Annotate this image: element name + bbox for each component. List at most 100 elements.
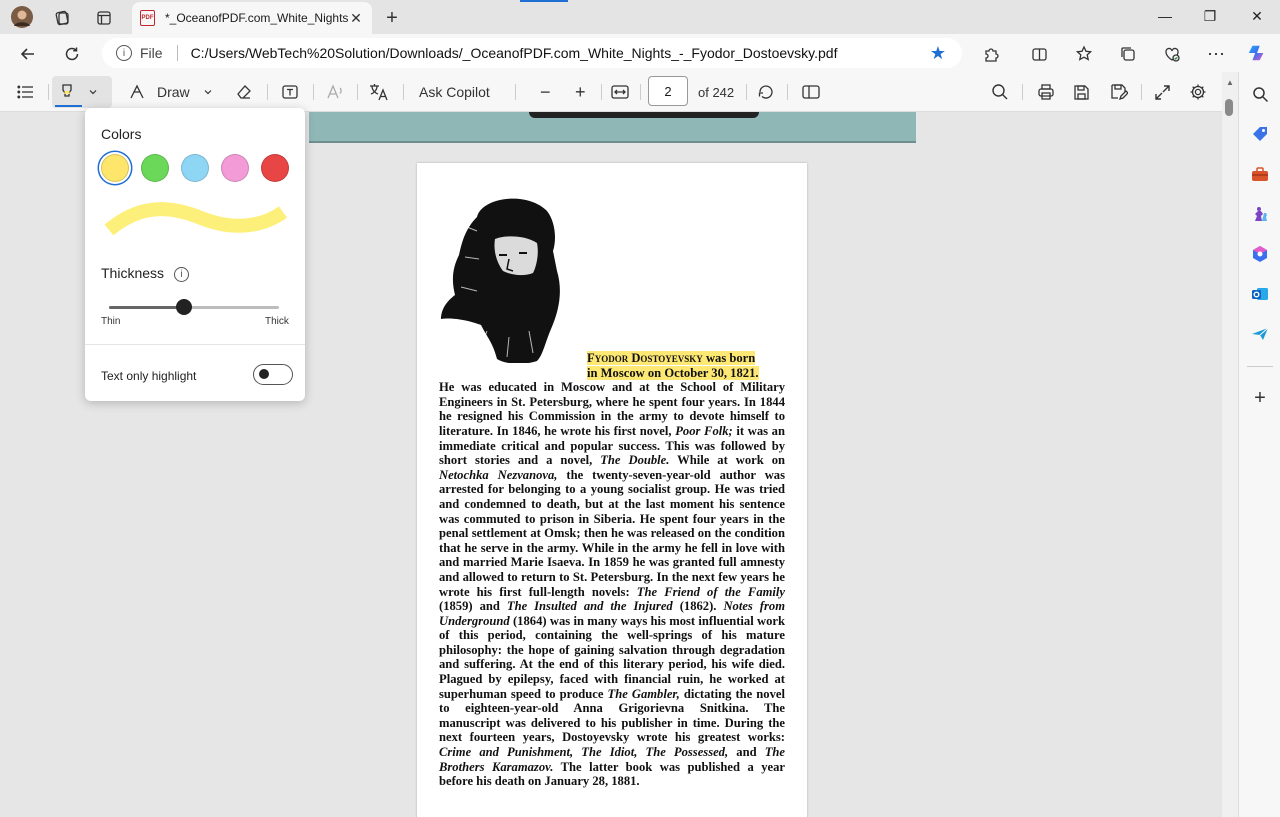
refresh-button[interactable] [61,43,83,65]
microsoft-365-icon[interactable] [1250,244,1270,264]
games-chess-icon[interactable] [1250,204,1270,224]
eraser-icon[interactable] [235,81,253,103]
draw-button-label[interactable]: Draw [157,81,190,103]
text-highlight[interactable]: Fyodor Dostoyevsky was born [587,351,756,365]
favorites-icon[interactable] [1074,44,1094,64]
color-swatch-5[interactable] [261,154,289,182]
rotate-icon[interactable] [757,81,775,103]
text-highlight[interactable]: in Moscow on October 30, 1821. [587,365,759,380]
extensions-icon[interactable] [981,44,1001,64]
book-title: Poor Folk; [675,423,733,438]
tools-toolbox-icon[interactable] [1250,164,1270,184]
minimize-button[interactable]: — [1155,8,1175,24]
scroll-up-arrow-icon[interactable]: ▲ [1226,78,1234,87]
contents-icon[interactable] [17,81,35,103]
favorite-star-icon[interactable]: ★ [930,43,946,64]
send-drop-icon[interactable] [1250,324,1270,344]
highlighted-line-2: in Moscow on October 30, 1821. [587,365,785,381]
fullscreen-icon[interactable] [1154,81,1171,103]
outlook-icon[interactable] [1250,284,1270,304]
toolbar-divider [1022,84,1023,100]
shopping-tag-icon[interactable] [1250,124,1270,144]
text-only-highlight-toggle[interactable] [253,364,293,385]
split-screen-icon[interactable] [1029,44,1049,64]
search-icon[interactable] [991,81,1009,103]
read-aloud-icon[interactable] [326,81,344,103]
color-swatch-2[interactable] [141,154,169,182]
drag-handle[interactable] [520,0,568,2]
workspaces-icon[interactable] [52,8,72,28]
edge-sidebar: + [1238,72,1280,817]
copilot-icon[interactable] [1247,43,1267,63]
tab-close-icon[interactable]: ✕ [348,10,364,27]
address-field[interactable]: i File C:/Users/WebTech%20Solution/Downl… [102,38,962,68]
thickness-slider-track[interactable] [109,306,279,309]
toggle-knob [259,369,269,379]
thick-label: Thick [265,316,289,327]
color-swatch-3[interactable] [181,154,209,182]
maximize-button[interactable]: ❐ [1200,8,1220,25]
address-bar-row: i File C:/Users/WebTech%20Solution/Downl… [0,34,1280,72]
fit-to-width-icon[interactable] [611,81,629,103]
settings-gear-icon[interactable] [1189,81,1207,103]
more-options-icon[interactable]: ⋯ [1206,44,1226,64]
print-icon[interactable] [1037,81,1055,103]
url-text[interactable]: C:/Users/WebTech%20Solution/Downloads/_O… [191,45,838,61]
tab-actions-icon[interactable] [94,8,114,28]
zoom-out-button[interactable]: − [540,81,551,103]
save-icon[interactable] [1073,81,1090,103]
colors-heading: Colors [101,126,142,142]
add-sidebar-app-button[interactable]: + [1250,387,1270,409]
ask-copilot-button[interactable]: Ask Copilot [419,81,490,103]
bio-text: While at work on [669,453,785,468]
bio-text: (1862). [672,599,724,614]
thin-label: Thin [101,316,121,327]
highlighter-icon[interactable] [58,81,76,103]
draw-options-chevron-icon[interactable] [203,81,213,103]
toolbar-divider [601,84,602,100]
page-total: of 242 [698,84,735,100]
scrollbar-thumb[interactable] [1225,99,1233,116]
collections-icon[interactable] [1118,44,1138,64]
site-info-icon[interactable]: i [116,45,132,61]
back-button[interactable] [17,43,39,65]
highlight-options-chevron-icon[interactable] [88,81,98,103]
new-tab-button[interactable]: + [382,7,402,29]
toolbar-divider [515,84,516,100]
toolbar-divider [403,84,404,100]
toolbar-divider [313,84,314,100]
page-number-input[interactable]: 2 [648,76,688,106]
toolbar-divider [746,84,747,100]
window-close-button[interactable]: ✕ [1247,8,1267,25]
address-divider [176,45,178,61]
add-text-icon[interactable] [281,81,299,103]
profile-avatar[interactable] [11,6,33,28]
previous-page-cover [309,112,916,143]
color-swatch-1[interactable] [101,154,129,182]
browser-essentials-icon[interactable] [1162,44,1182,64]
save-as-icon[interactable] [1110,81,1128,103]
thickness-info-icon[interactable]: i [174,267,189,282]
toolbar-divider [640,84,641,100]
pdf-file-icon: PDF [140,10,155,26]
author-biography[interactable]: Fyodor Dostoyevsky was born in Moscow on … [439,351,785,789]
tab-title: *_OceanofPDF.com_White_Nights_-_Fyodor_D… [165,11,348,25]
book-title: Netochka Nezvanova, [439,467,558,482]
draw-pen-icon[interactable] [128,81,146,103]
toolbar-divider [357,84,358,100]
vertical-scrollbar[interactable]: ▲ [1222,72,1238,817]
toolbar-divider [1141,84,1142,100]
pdf-page[interactable]: Fyodor Dostoyevsky was born in Moscow on … [417,163,807,817]
translate-icon[interactable] [369,81,389,103]
bio-text: and [728,745,765,760]
highlight-options-popup: Colors Thickness i Thin Thick Text only … [85,108,305,401]
bio-text: the twenty-seven-year-old author was arr… [439,467,786,599]
tab-active-pdf[interactable]: PDF *_OceanofPDF.com_White_Nights_-_Fyod… [132,2,372,34]
color-swatch-4[interactable] [221,154,249,182]
sidebar-search-icon[interactable] [1250,84,1270,104]
toolbar-divider [48,84,49,100]
tab-strip: PDF *_OceanofPDF.com_White_Nights_-_Fyod… [0,0,1280,34]
page-view-icon[interactable] [802,81,820,103]
thickness-slider-handle[interactable] [175,299,192,315]
zoom-in-button[interactable]: + [575,81,586,103]
